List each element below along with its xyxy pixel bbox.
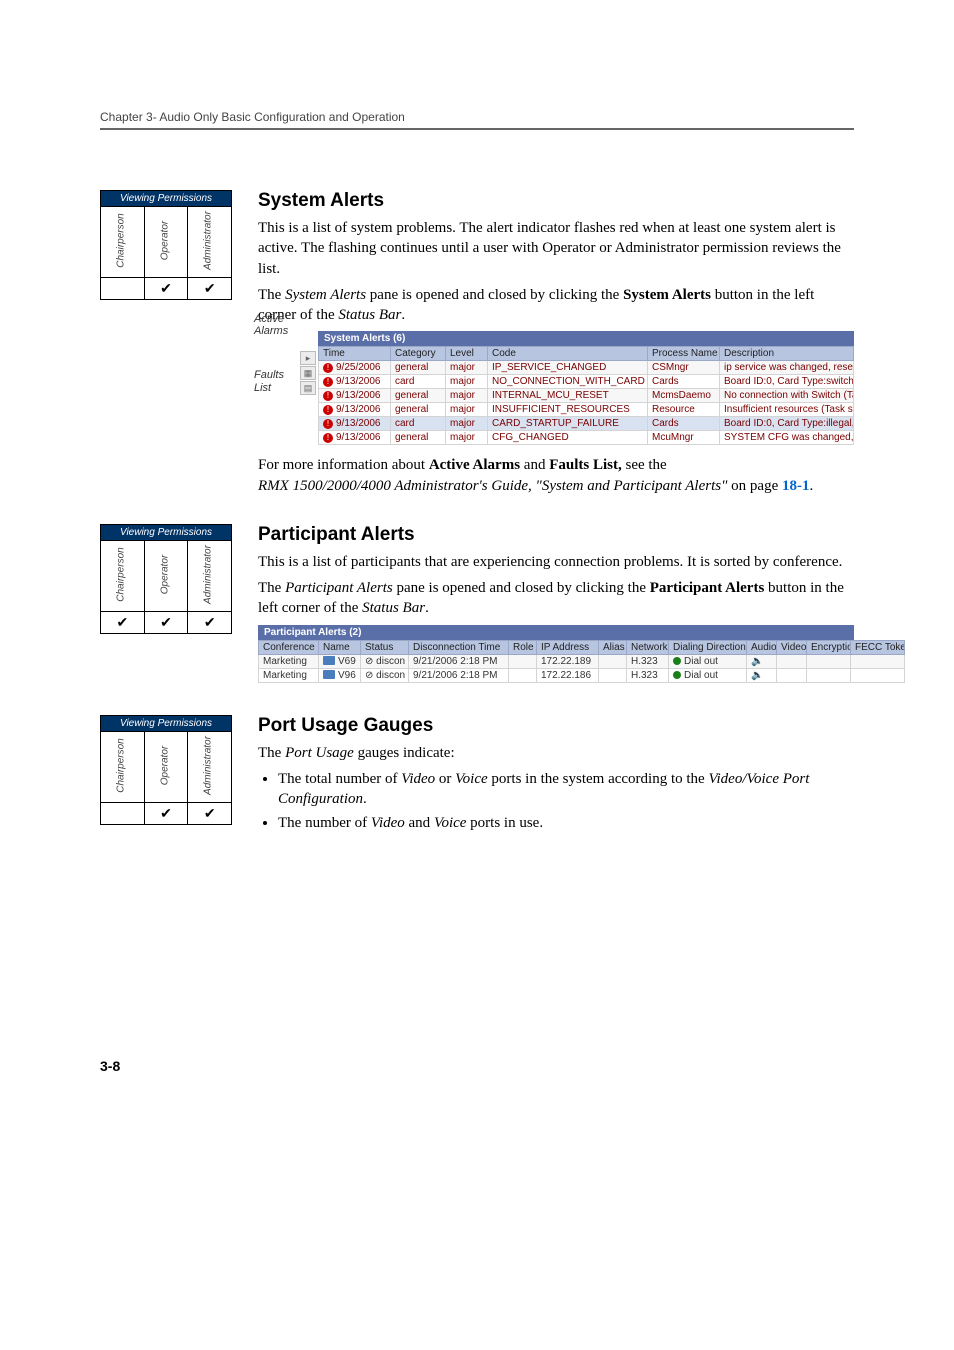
permissions-box-system-alerts: Viewing Permissions Chairperson Operator… (100, 190, 232, 300)
perm-check-operator (145, 277, 189, 299)
perm-check-chairperson (101, 611, 145, 633)
col-dialing[interactable]: Dialing Direction (669, 640, 747, 654)
section-title-participant-alerts: Participant Alerts (258, 524, 854, 546)
col-process[interactable]: Process Name (648, 347, 720, 361)
tool-icon[interactable]: ▸ (300, 351, 316, 365)
permissions-title: Viewing Permissions (101, 525, 231, 540)
dial-icon (673, 657, 681, 665)
perm-role-chairperson: Chairperson (116, 206, 127, 276)
participant-alerts-desc-1: This is a list of participants that are … (258, 552, 854, 572)
perm-role-operator: Operator (159, 206, 170, 276)
col-network[interactable]: Network (627, 640, 669, 654)
permissions-title: Viewing Permissions (101, 191, 231, 206)
perm-check-administrator (188, 277, 231, 299)
col-ip[interactable]: IP Address (537, 640, 599, 654)
col-desc[interactable]: Description (720, 347, 854, 361)
system-alerts-bar[interactable]: System Alerts (6) (318, 331, 854, 346)
col-alias[interactable]: Alias (599, 640, 627, 654)
system-alerts-after: For more information about Active Alarms… (258, 455, 854, 496)
permissions-box-port-usage: Viewing Permissions Chairperson Operator… (100, 715, 232, 825)
perm-role-operator: Operator (159, 730, 170, 800)
system-alerts-table: Time Category Level Code Process Name De… (318, 346, 854, 445)
perm-check-chairperson (101, 802, 145, 824)
dial-icon (673, 671, 681, 679)
col-time[interactable]: Time (319, 347, 391, 361)
table-row[interactable]: !9/13/2006generalmajorINTERNAL_MCU_RESET… (319, 389, 854, 403)
tool-icon[interactable]: ▦ (300, 366, 316, 380)
table-row[interactable]: !9/13/2006generalmajorCFG_CHANGEDMcuMngr… (319, 431, 854, 445)
speaker-icon (751, 656, 763, 667)
perm-check-administrator (188, 802, 231, 824)
page-link-18-1[interactable]: 18-1 (782, 478, 810, 494)
table-row[interactable]: !9/13/2006generalmajorINSUFFICIENT_RESOU… (319, 403, 854, 417)
perm-role-operator: Operator (159, 539, 170, 609)
perm-check-operator (145, 611, 189, 633)
col-video[interactable]: Video (777, 640, 807, 654)
error-icon: ! (323, 391, 333, 401)
error-icon: ! (323, 433, 333, 443)
col-code[interactable]: Code (488, 347, 648, 361)
col-category[interactable]: Category (391, 347, 446, 361)
perm-role-administrator: Administrator (203, 539, 214, 609)
system-alerts-desc-1: This is a list of system problems. The a… (258, 218, 854, 279)
section-title-system-alerts: System Alerts (258, 190, 854, 212)
table-row[interactable]: !9/13/2006cardmajorCARD_STARTUP_FAILUREC… (319, 417, 854, 431)
participant-alerts-desc-2: The Participant Alerts pane is opened an… (258, 578, 854, 619)
col-role[interactable]: Role (509, 640, 537, 654)
perm-role-chairperson: Chairperson (116, 730, 127, 800)
participant-alerts-screenshot: Participant Alerts (2) Conference Name S… (258, 625, 854, 683)
system-alerts-desc-2: The System Alerts pane is opened and clo… (258, 285, 854, 326)
participant-alerts-bar[interactable]: Participant Alerts (2) (258, 625, 854, 640)
perm-check-administrator (188, 611, 231, 633)
error-icon: ! (323, 419, 333, 429)
system-alerts-screenshot: Active Alarms Faults List ▸ ▦ ▤ System A… (258, 331, 854, 445)
col-audio[interactable]: Audio (747, 640, 777, 654)
page-number: 3-8 (0, 1058, 954, 1074)
permissions-box-participant-alerts: Viewing Permissions Chairperson Operator… (100, 524, 232, 634)
perm-role-administrator: Administrator (203, 206, 214, 276)
permissions-title: Viewing Permissions (101, 716, 231, 731)
col-disc-time[interactable]: Disconnection Time (409, 640, 509, 654)
participant-alerts-table: Conference Name Status Disconnection Tim… (258, 640, 905, 683)
error-icon: ! (323, 363, 333, 373)
col-encrypt[interactable]: Encryptio (807, 640, 851, 654)
camera-icon (323, 670, 335, 679)
toolbar-icons: ▸ ▦ ▤ (300, 351, 316, 395)
tool-icon[interactable]: ▤ (300, 381, 316, 395)
section-title-port-usage: Port Usage Gauges (258, 715, 854, 737)
camera-icon (323, 656, 335, 665)
table-row[interactable]: MarketingV69⊘ discon9/21/2006 2:18 PM172… (259, 654, 905, 668)
error-icon: ! (323, 405, 333, 415)
speaker-icon (751, 670, 763, 681)
table-row[interactable]: !9/13/2006cardmajorNO_CONNECTION_WITH_CA… (319, 375, 854, 389)
perm-role-administrator: Administrator (203, 730, 214, 800)
col-conference[interactable]: Conference (259, 640, 319, 654)
chapter-header: Chapter 3- Audio Only Basic Configuratio… (100, 110, 854, 130)
table-row[interactable]: MarketingV96⊘ discon9/21/2006 2:18 PM172… (259, 668, 905, 682)
perm-role-chairperson: Chairperson (116, 539, 127, 609)
table-row[interactable]: !9/25/2006generalmajorIP_SERVICE_CHANGED… (319, 361, 854, 375)
error-icon: ! (323, 377, 333, 387)
col-name[interactable]: Name (319, 640, 361, 654)
perm-check-chairperson (101, 277, 145, 299)
port-usage-bullet-1: The total number of Video or Voice ports… (278, 769, 854, 810)
port-usage-intro: The Port Usage gauges indicate: (258, 743, 854, 763)
col-fecc[interactable]: FECC Token (851, 640, 905, 654)
port-usage-bullet-2: The number of Video and Voice ports in u… (278, 813, 854, 833)
col-level[interactable]: Level (446, 347, 488, 361)
perm-check-operator (145, 802, 189, 824)
col-status[interactable]: Status (361, 640, 409, 654)
